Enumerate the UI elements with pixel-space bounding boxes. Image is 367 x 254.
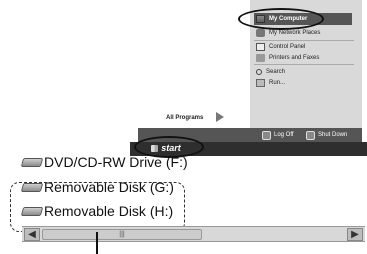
my-computer-highlight-oval [238, 8, 324, 30]
scroll-left-arrow-icon[interactable]: ◀ [24, 228, 40, 241]
menu-item-label: Run... [269, 80, 286, 86]
removable-disks-callout-box [10, 182, 185, 232]
horizontal-scrollbar[interactable]: ◀ ||| ▶ [22, 226, 365, 242]
search-icon [256, 69, 262, 75]
callout-pointer-line [96, 232, 98, 254]
shut-down-label: Shut Down [318, 132, 348, 138]
log-off-icon [262, 130, 271, 140]
menu-item-run[interactable]: Run... [256, 77, 285, 89]
optical-drive-icon [20, 157, 44, 167]
menu-separator [254, 64, 354, 65]
menu-item-printers-and-faxes[interactable]: Printers and Faxes [256, 52, 319, 64]
network-icon [256, 29, 265, 37]
log-off-button[interactable]: Log Off [262, 130, 294, 140]
list-item-label: DVD/CD-RW Drive (F:) [44, 154, 188, 170]
all-programs-label[interactable]: All Programs [166, 115, 203, 121]
log-off-label: Log Off [274, 132, 294, 138]
control-panel-icon [256, 43, 265, 51]
scrollbar-thumb[interactable]: ||| [42, 229, 202, 240]
start-menu-left-pane: All Programs [138, 0, 250, 128]
scroll-right-arrow-icon[interactable]: ▶ [347, 228, 363, 241]
power-icon [306, 130, 315, 140]
menu-item-label: Control Panel [269, 44, 306, 50]
shut-down-button[interactable]: Shut Down [306, 130, 347, 140]
scrollbar-grip-icon: ||| [119, 231, 125, 238]
menu-item-label: My Network Places [269, 30, 321, 36]
menu-item-label: Search [266, 69, 286, 75]
explorer-window: DVD/CD-RW Drive (F:) Removable Disk (G:)… [0, 154, 367, 254]
list-item-dvd-drive[interactable]: DVD/CD-RW Drive (F:) [20, 151, 188, 173]
menu-item-label: Printers and Faxes [269, 55, 320, 61]
all-programs-arrow-icon[interactable] [216, 112, 224, 122]
printer-icon [256, 54, 265, 62]
run-icon [256, 79, 265, 87]
